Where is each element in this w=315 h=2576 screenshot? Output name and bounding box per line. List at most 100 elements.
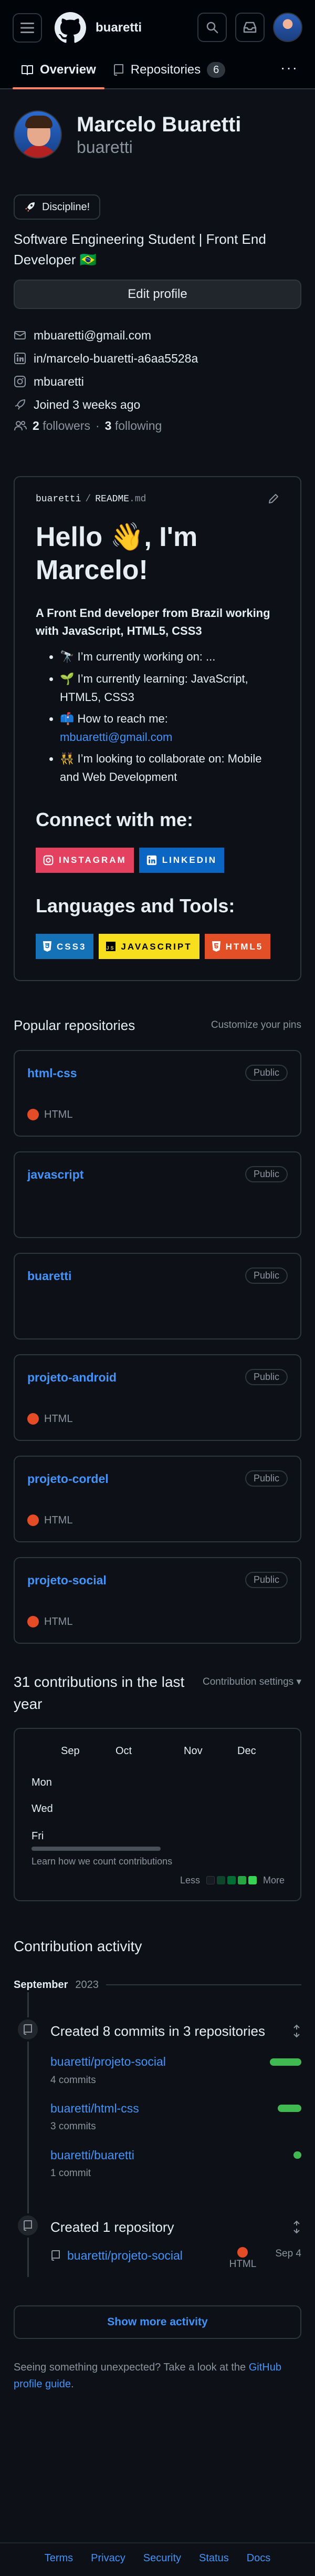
follow-stats: 2 followers · 3 following xyxy=(14,417,301,434)
repo-link[interactable]: projeto-android xyxy=(27,1371,117,1384)
email-item[interactable]: mbuaretti@gmail.com xyxy=(14,324,301,347)
created-repo-link[interactable]: buaretti/projeto-social xyxy=(67,2247,183,2264)
repo-card: javascript Public xyxy=(14,1151,301,1238)
book-icon xyxy=(22,65,33,76)
followers-count: 2 xyxy=(33,419,39,432)
commits-summary[interactable]: Created 8 commits in 3 repositories xyxy=(50,2022,265,2041)
edit-profile-button[interactable]: Edit profile xyxy=(14,280,301,309)
calendar-month: Nov xyxy=(184,1745,203,1757)
created-summary[interactable]: Created 1 repository xyxy=(50,2218,174,2237)
popular-repos-list: html-css Public HTML javascript Public b… xyxy=(0,1049,315,1644)
repo-link[interactable]: buaretti xyxy=(27,1269,71,1283)
activity-title: Contribution activity xyxy=(14,1938,142,1954)
readme-file[interactable]: README xyxy=(95,494,129,504)
show-more-activity-button[interactable]: Show more activity xyxy=(14,2305,301,2339)
commit-repo-link[interactable]: buaretti/projeto-social xyxy=(50,2053,166,2070)
contributions-title: 31 contributions in the last year xyxy=(14,1673,185,1712)
unfold-icon[interactable] xyxy=(292,2220,301,2234)
commit-count: 1 commit xyxy=(50,2168,91,2179)
followers-label: followers xyxy=(43,419,90,432)
language-color-dot xyxy=(27,1413,39,1425)
footer-link-status[interactable]: Status xyxy=(199,2551,229,2565)
follow-separator: · xyxy=(95,419,100,432)
readme-owner[interactable]: buaretti xyxy=(36,494,81,504)
repo-link[interactable]: projeto-cordel xyxy=(27,1472,109,1486)
commit-row: buaretti/projeto-social 4 commits xyxy=(50,2053,301,2087)
inbox-icon xyxy=(243,22,257,33)
profile-bio: Software Engineering Student | Front End… xyxy=(14,231,266,267)
repo-link[interactable]: projeto-social xyxy=(27,1573,107,1587)
following-label: following xyxy=(114,419,162,432)
calendar-day: Wed xyxy=(32,1802,53,1815)
commit-row: buaretti/buaretti 1 commit xyxy=(50,2147,301,2181)
learn-contributions-link[interactable]: Learn how we count contributions xyxy=(32,1855,172,1868)
tab-overview[interactable]: Overview xyxy=(13,61,104,89)
visibility-badge: Public xyxy=(245,1166,288,1183)
repo-language: HTML xyxy=(27,1614,72,1629)
commit-share-bar xyxy=(270,2058,301,2066)
search-button[interactable] xyxy=(197,13,227,42)
commit-repo-link[interactable]: buaretti/html-css xyxy=(50,2100,139,2117)
status-text: Discipline! xyxy=(42,201,90,213)
followers-link[interactable]: 2 followers xyxy=(33,417,90,434)
calendar-day: Mon xyxy=(32,1776,52,1788)
footer-link-privacy[interactable]: Privacy xyxy=(91,2551,125,2565)
repo-language: HTML xyxy=(27,1513,72,1528)
profile-name: Marcelo Buaretti xyxy=(77,112,242,136)
repo-icon xyxy=(113,64,123,76)
css3-badge-label: CSS3 xyxy=(57,941,87,952)
linkedin-icon xyxy=(146,855,156,865)
inbox-button[interactable] xyxy=(235,13,265,42)
unfold-icon[interactable] xyxy=(292,2024,301,2038)
profile-avatar[interactable] xyxy=(14,110,62,159)
user-avatar-button[interactable] xyxy=(273,13,302,42)
readme-bullets: 🔭 I’m currently working on: ... 🌱 I’m cu… xyxy=(36,647,279,786)
readme-email-link[interactable]: mbuaretti@gmail.com xyxy=(60,730,172,744)
linkedin-badge[interactable]: LINKEDIN xyxy=(139,848,224,873)
visibility-badge: Public xyxy=(245,1470,288,1487)
more-tabs-button[interactable]: ··· xyxy=(280,57,298,78)
legend-level-2 xyxy=(227,1876,236,1885)
create-badge xyxy=(16,2213,40,2238)
footer-link-docs[interactable]: Docs xyxy=(247,2551,271,2565)
pencil-icon[interactable] xyxy=(268,493,279,504)
status-badge[interactable]: Discipline! xyxy=(14,194,101,220)
repo-card: projeto-social Public HTML xyxy=(14,1557,301,1644)
calendar-scrollbar[interactable] xyxy=(32,1846,161,1851)
header-username[interactable]: buaretti xyxy=(96,19,142,37)
instagram-badge[interactable]: INSTAGRAM xyxy=(36,848,134,873)
repo-language-label: HTML xyxy=(44,1108,73,1120)
readme-slash: / xyxy=(85,494,91,505)
repo-link[interactable]: html-css xyxy=(27,1066,77,1080)
github-logo-icon[interactable] xyxy=(55,12,86,44)
css3-badge: CSS3 xyxy=(36,934,94,960)
profile-readme: buaretti / README.md Hello 👋, I'm Marcelo!… xyxy=(14,476,301,982)
language-color-dot xyxy=(237,2247,248,2258)
tab-repositories-label: Repositories xyxy=(130,63,201,77)
created-repo-language: HTML xyxy=(229,2259,257,2270)
profile-details: mbuaretti@gmail.com in/marcelo-buaretti-… xyxy=(14,324,301,416)
profile-section: Marcelo Buaretti buaretti Discipline! So… xyxy=(0,89,315,434)
tab-repositories[interactable]: Repositories 6 xyxy=(104,61,234,88)
footer: Terms Privacy Security Status Docs xyxy=(0,2542,315,2565)
visibility-badge: Public xyxy=(245,1267,288,1284)
instagram-icon xyxy=(43,855,54,865)
customize-pins-link[interactable]: Customize your pins xyxy=(211,1018,301,1033)
contribution-settings-dropdown[interactable]: Contribution settings ▾ xyxy=(203,1675,301,1715)
calendar-month: Sep xyxy=(61,1745,80,1757)
following-link[interactable]: 3 following xyxy=(105,417,162,434)
footer-link-terms[interactable]: Terms xyxy=(45,2551,73,2565)
hint-text: Seeing something unexpected? Take a look… xyxy=(14,2361,249,2373)
legend-level-0 xyxy=(206,1876,215,1885)
repo-card: html-css Public HTML xyxy=(14,1049,301,1137)
created-repo-event: Created 1 repository buaretti/projeto-so… xyxy=(14,2204,301,2277)
svg-text:JS: JS xyxy=(107,945,116,951)
social-item[interactable]: mbuaretti xyxy=(14,370,301,393)
linkedin-icon xyxy=(14,353,26,364)
repo-link[interactable]: javascript xyxy=(27,1168,83,1181)
footer-link-security[interactable]: Security xyxy=(143,2551,181,2565)
linkedin-item[interactable]: in/marcelo-buaretti-a6aa5528a xyxy=(14,347,301,370)
readme-bullet-text: 📫 How to reach me: xyxy=(60,712,168,725)
menu-button[interactable] xyxy=(13,13,42,43)
commit-repo-link[interactable]: buaretti/buaretti xyxy=(50,2147,134,2163)
